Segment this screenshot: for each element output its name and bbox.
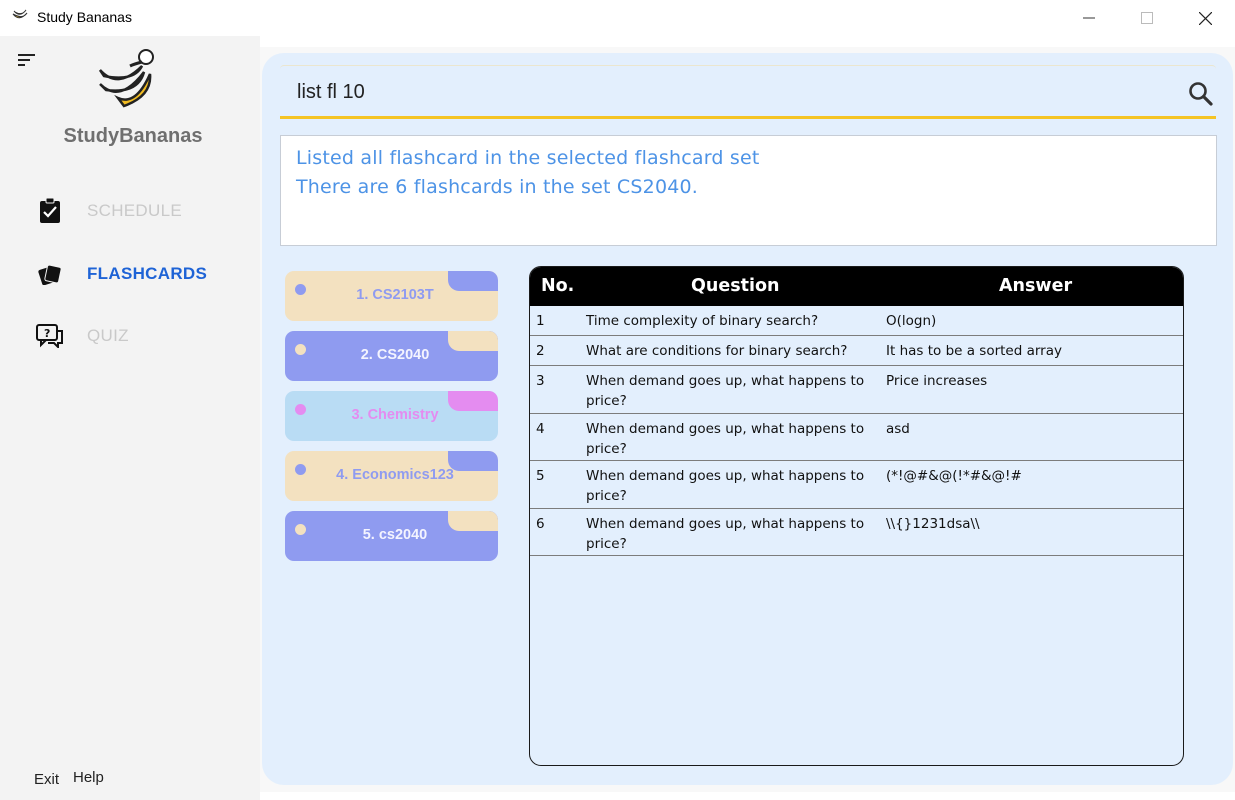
banana-logo-icon [98,49,154,108]
cell-no: 2 [536,343,545,359]
set-card[interactable]: 3. Chemistry [285,391,498,441]
hamburger-menu-icon[interactable] [18,53,36,67]
title-bar: Study Bananas [0,0,1235,36]
sidebar: StudyBananas SCHEDULE FLASHCARDS ? QUIZ … [0,36,260,800]
set-card[interactable]: 5. cs2040 [285,511,498,561]
cell-no: 3 [536,373,545,389]
table-row[interactable]: 6 When demand goes up, what happens to p… [530,509,1183,556]
minimize-button[interactable] [1060,0,1118,36]
command-box[interactable]: list fl 10 [280,65,1216,119]
set-card[interactable]: 1. CS2103T [285,271,498,321]
nav-quiz[interactable]: ? QUIZ [36,321,246,351]
table-row[interactable]: 1 Time complexity of binary search? O(lo… [530,306,1183,336]
cell-no: 5 [536,468,545,484]
nav-schedule-label: SCHEDULE [87,201,182,220]
header-no: No. [541,276,575,296]
cell-answer: (*!@#&@(!*#&@!# [886,468,1022,484]
cell-question: Time complexity of binary search? [586,313,819,329]
nav-flashcards[interactable]: FLASHCARDS [36,259,246,289]
table-row[interactable]: 3 When demand goes up, what happens to p… [530,366,1183,414]
maximize-icon [1141,12,1153,24]
set-card[interactable]: 2. CS2040 [285,331,498,381]
cell-answer: It has to be a sorted array [886,343,1062,359]
cell-question: What are conditions for binary search? [586,343,848,359]
cell-no: 4 [536,421,545,437]
nav-flashcards-label: FLASHCARDS [87,264,208,283]
minimize-icon [1083,17,1095,19]
result-line-2: There are 6 flashcards in the set CS2040… [296,176,699,198]
cell-no: 6 [536,516,545,532]
cell-answer: \\{}1231dsa\\ [886,516,980,532]
brand-name: StudyBananas [63,125,203,147]
header-answer: Answer [999,276,1073,296]
clipboard-check-icon [36,197,64,225]
result-line-1: Listed all flashcard in the selected fla… [296,147,760,169]
set-card-label: 4. Economics123 [336,467,454,483]
quiz-chat-icon: ? [36,322,64,350]
cell-question: When demand goes up, what happens to pri… [586,421,865,457]
table-header: No. Question Answer [530,267,1183,306]
cell-question: When demand goes up, what happens to pri… [586,373,865,409]
table-row[interactable]: 5 When demand goes up, what happens to p… [530,461,1183,509]
nav-quiz-label: QUIZ [87,326,129,345]
cell-no: 1 [536,313,545,329]
result-display: Listed all flashcard in the selected fla… [280,135,1217,246]
set-card-label: 2. CS2040 [360,347,430,363]
close-icon [1198,11,1212,25]
maximize-button[interactable] [1118,0,1176,36]
window-title: Study Bananas [37,9,132,25]
table-row[interactable]: 2 What are conditions for binary search?… [530,336,1183,366]
command-input[interactable]: list fl 10 [297,81,365,104]
set-card-label: 3. Chemistry [351,407,439,423]
exit-menu[interactable]: Exit [34,771,59,788]
close-button[interactable] [1176,0,1234,36]
header-question: Question [691,276,780,296]
table-row[interactable]: 4 When demand goes up, what happens to p… [530,414,1183,461]
svg-text:?: ? [44,327,50,340]
cell-answer: asd [886,421,910,437]
search-icon[interactable] [1188,81,1214,107]
set-card[interactable]: 4. Economics123 [285,451,498,501]
nav-schedule[interactable]: SCHEDULE [36,196,246,226]
flashcard-table: No. Question Answer 1 Time complexity of… [529,266,1184,766]
set-card-label: 1. CS2103T [356,287,434,303]
help-menu[interactable]: Help [73,769,104,786]
cell-answer: O(logn) [886,313,937,329]
flashcards-icon [36,260,64,288]
banana-app-icon [12,9,28,19]
cell-question: When demand goes up, what happens to pri… [586,516,865,552]
cell-answer: Price increases [886,373,988,389]
set-card-label: 5. cs2040 [362,527,428,543]
cell-question: When demand goes up, what happens to pri… [586,468,865,504]
